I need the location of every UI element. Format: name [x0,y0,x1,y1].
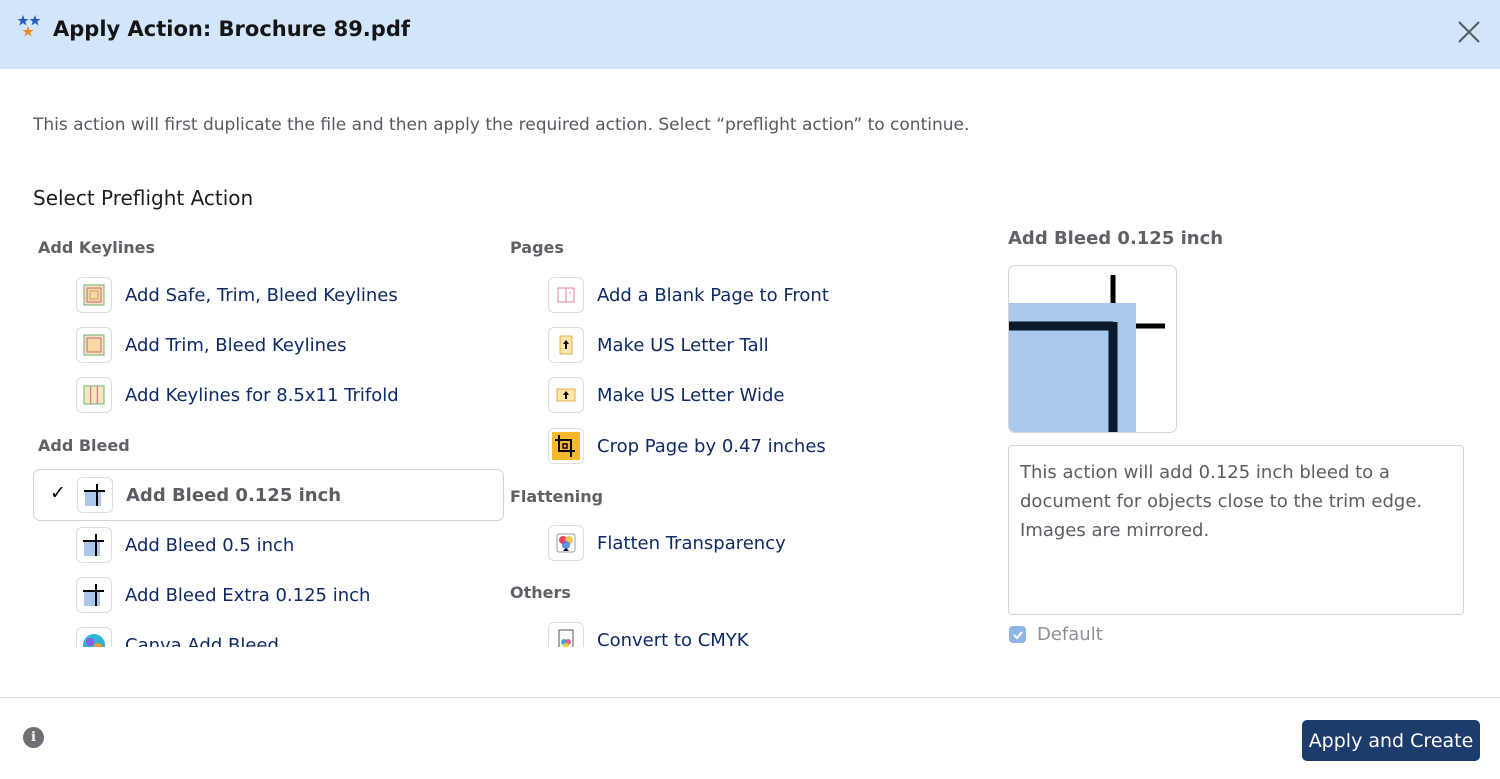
blank-page-icon [548,277,584,313]
checkmark-icon [1012,630,1023,639]
action-item-label: Convert to CMYK [597,629,749,648]
close-icon[interactable] [1455,18,1483,46]
action-item-safe-trim-bleed-keylines[interactable]: Add Safe, Trim, Bleed Keylines [76,273,398,317]
action-item-label: Add a Blank Page to Front [597,284,829,306]
action-item-add-bleed-05[interactable]: Add Bleed 0.5 inch [76,523,294,567]
dialog-title-bar: Apply Action: Brochure 89.pdf [0,0,1500,69]
action-item-label: Add Safe, Trim, Bleed Keylines [125,284,398,306]
action-item-crop-page[interactable]: Crop Page by 0.47 inches [548,424,826,468]
action-item-label: Add Trim, Bleed Keylines [125,334,347,356]
preview-title: Add Bleed 0.125 inch [1008,228,1224,249]
letter-wide-icon [548,377,584,413]
preflight-action-list[interactable]: Add Keylines Add Safe, Trim, Bleed Keyli… [0,226,1000,647]
default-label: Default [1037,624,1103,645]
action-item-label: Add Bleed 0.125 inch [126,484,342,506]
action-item-add-bleed-extra[interactable]: Add Bleed Extra 0.125 inch [76,573,370,617]
action-item-label: Add Keylines for 8.5x11 Trifold [125,384,399,406]
keylines-icon [76,327,112,363]
group-label-flattening: Flattening [510,487,604,506]
action-item-keylines-trifold[interactable]: Add Keylines for 8.5x11 Trifold [76,373,399,417]
group-label-bleed: Add Bleed [38,436,130,455]
action-item-trim-bleed-keylines[interactable]: Add Trim, Bleed Keylines [76,323,346,367]
action-item-label: Canva Add Bleed [125,634,279,648]
section-title: Select Preflight Action [33,186,254,210]
action-item-us-letter-wide[interactable]: Make US Letter Wide [548,373,784,417]
action-item-us-letter-tall[interactable]: Make US Letter Tall [548,323,769,367]
crop-icon [548,428,584,464]
bleed-icon [76,527,112,563]
bleed-icon [77,477,113,513]
action-item-blank-page-front[interactable]: Add a Blank Page to Front [548,273,829,317]
bleed-icon [76,577,112,613]
action-item-label: Add Bleed 0.5 inch [125,534,295,556]
group-label-pages: Pages [510,238,564,257]
action-item-label: Make US Letter Wide [597,384,785,406]
action-item-canva-add-bleed[interactable]: Canva Add Bleed [76,623,279,647]
default-checkbox[interactable] [1009,626,1026,643]
flatten-icon [548,525,584,561]
action-item-label: Add Bleed Extra 0.125 inch [125,584,371,606]
bleed-preview-icon [1009,275,1165,432]
group-label-keylines: Add Keylines [38,238,155,257]
selected-check-icon: ✓ [50,482,66,504]
preview-description: This action will add 0.125 inch bleed to… [1008,445,1464,615]
footer-divider [0,697,1500,698]
canva-icon [76,627,112,647]
cmyk-icon [548,622,584,647]
action-item-label: Crop Page by 0.47 inches [597,435,826,457]
default-checkbox-row[interactable]: Default [1009,624,1103,645]
apply-and-create-button[interactable]: Apply and Create [1302,720,1480,761]
intro-text: This action will first duplicate the fil… [33,115,970,135]
action-item-add-bleed-0125[interactable]: ✓ Add Bleed 0.125 inch [33,469,504,521]
group-label-others: Others [510,583,571,602]
keylines-icon [76,277,112,313]
trifold-keylines-icon [76,377,112,413]
letter-tall-icon [548,327,584,363]
action-item-label: Make US Letter Tall [597,334,769,356]
action-item-label: Flatten Transparency [597,532,786,554]
info-icon[interactable]: i [23,727,44,748]
stars-icon [17,15,41,37]
dialog-title: Apply Action: Brochure 89.pdf [53,17,410,41]
action-item-convert-cmyk[interactable]: Convert to CMYK [548,618,749,647]
preview-image [1008,265,1177,433]
action-item-flatten-transparency[interactable]: Flatten Transparency [548,521,786,565]
